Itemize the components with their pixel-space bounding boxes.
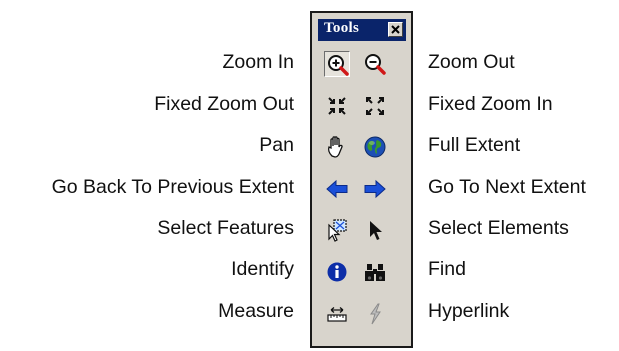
hand-icon [327,136,343,158]
zoom-out-icon [365,54,386,75]
go-back-button[interactable] [324,176,350,202]
binoculars-icon [365,264,385,281]
lightning-icon [370,303,381,325]
hyperlink-button[interactable] [362,301,388,327]
zoom-in-button[interactable] [324,51,350,77]
label-measure: Measure [218,300,294,322]
pan-button[interactable] [324,134,350,160]
label-identify: Identify [231,258,294,280]
fixed-zoom-out-icon [328,97,346,115]
select-elements-button[interactable] [362,217,388,243]
arrow-right-icon [364,179,386,199]
globe-icon [364,136,386,158]
label-select-features: Select Features [157,217,294,239]
select-features-icon [328,219,347,242]
label-go-back: Go Back To Previous Extent [51,176,294,198]
zoom-in-icon [328,55,349,76]
go-next-button[interactable] [362,176,388,202]
label-full-extent: Full Extent [428,134,521,156]
label-find: Find [428,258,466,280]
label-hyperlink: Hyperlink [428,300,510,322]
label-go-next: Go To Next Extent [428,176,586,198]
arrow-left-icon [326,179,348,199]
label-fixed-zoom-out: Fixed Zoom Out [154,93,294,115]
fixed-zoom-out-button[interactable] [324,93,350,119]
info-icon [327,262,347,282]
identify-button[interactable] [324,259,350,285]
toolbar-title: Tools [324,20,360,36]
label-pan: Pan [259,134,294,156]
measure-button[interactable] [324,301,350,327]
full-extent-button[interactable] [362,134,388,160]
cursor-arrow-icon [370,221,382,240]
toolbar-title-bar[interactable]: Tools [318,19,406,41]
label-zoom-in: Zoom In [222,51,294,73]
label-zoom-out: Zoom Out [428,51,515,73]
fixed-zoom-in-icon [366,97,384,115]
find-button[interactable] [362,259,388,285]
zoom-out-button[interactable] [362,51,388,77]
label-select-elements: Select Elements [428,217,569,239]
select-features-button[interactable] [324,217,350,243]
close-button[interactable] [388,22,403,37]
tools-toolbar: Tools [310,11,413,348]
fixed-zoom-in-button[interactable] [362,93,388,119]
label-fixed-zoom-in: Fixed Zoom In [428,93,553,115]
close-x-icon [391,25,400,34]
measure-icon [327,307,347,322]
